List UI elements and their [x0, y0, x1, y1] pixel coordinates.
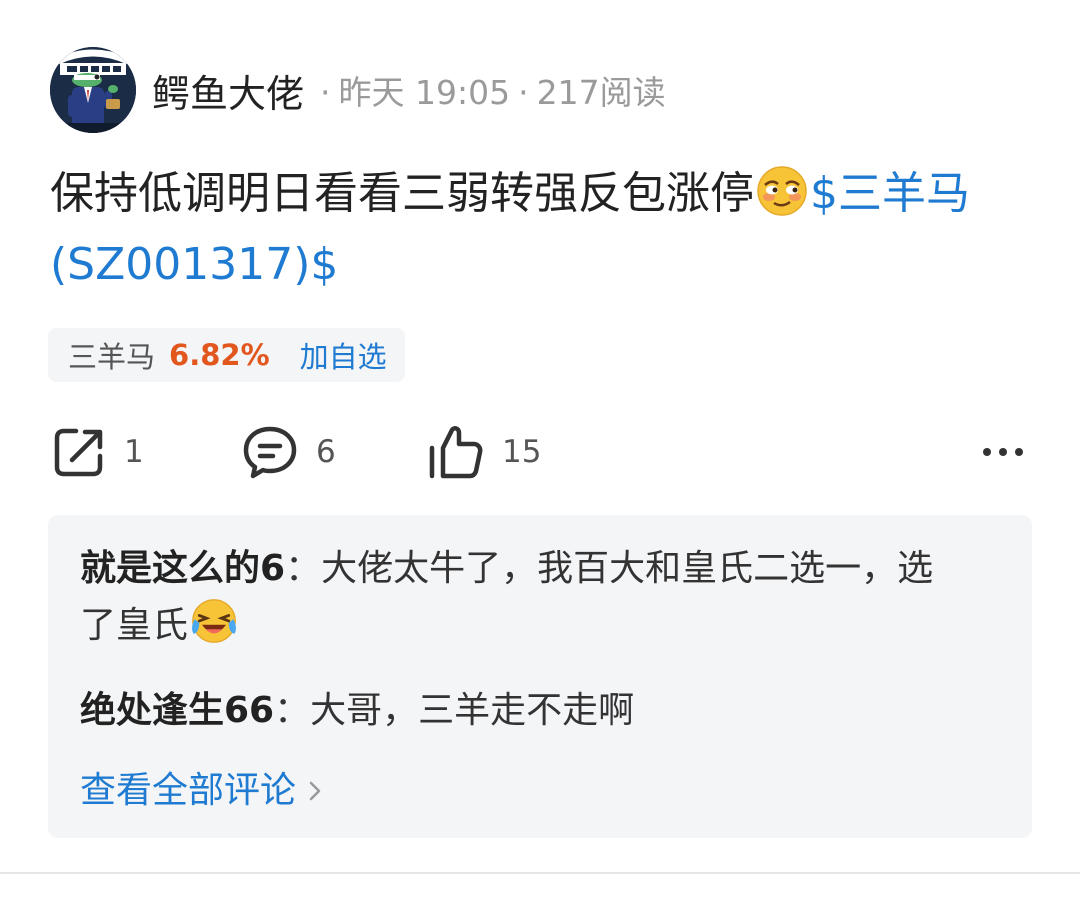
comment-separator: ： — [274, 690, 311, 731]
share-button[interactable]: 1 — [52, 422, 144, 482]
stock-chip-change: 6.82% — [169, 338, 270, 372]
comment-count: 6 — [316, 434, 336, 470]
like-count: 15 — [502, 434, 542, 470]
post-header: 鳄鱼大佬 · 昨天 19:05 · 217阅读 — [50, 47, 666, 133]
comment-text: 大哥，三羊走不走啊 — [310, 690, 635, 731]
share-count: 1 — [124, 434, 144, 470]
crocodile-lawyer-avatar-icon — [50, 47, 136, 133]
post-body: 保持低调明日看看三弱转强反包涨停 $三羊马(SZ001317)$ — [50, 158, 1020, 300]
meta-separator: · — [518, 73, 529, 112]
comment-user[interactable]: 绝处逢生66 — [80, 690, 274, 731]
comment-separator: ： — [285, 548, 322, 589]
comment-item[interactable]: 就是这么的6：大佬太牛了，我百大和皇氏二选一，选了皇氏 — [80, 540, 960, 654]
action-bar: 1 6 15 — [52, 422, 1027, 482]
stock-chip[interactable]: 三羊马 6.82% 加自选 — [48, 328, 405, 382]
share-icon — [54, 428, 103, 477]
comment-user[interactable]: 就是这么的6 — [80, 548, 285, 589]
divider — [0, 872, 1080, 874]
meta-separator: · — [320, 73, 331, 112]
more-button[interactable] — [979, 432, 1027, 472]
author-line: 鳄鱼大佬 · 昨天 19:05 · 217阅读 — [152, 63, 666, 118]
author-name[interactable]: 鳄鱼大佬 — [152, 63, 304, 118]
comment-item[interactable]: 绝处逢生66：大哥，三羊走不走啊 — [80, 682, 980, 739]
add-watchlist-button[interactable]: 加自选 — [300, 334, 387, 376]
post-meta: · 昨天 19:05 · 217阅读 — [312, 66, 666, 114]
post-time: 昨天 19:05 — [338, 73, 511, 112]
thumbs-up-icon — [429, 426, 483, 479]
read-count: 217阅读 — [536, 73, 666, 112]
comment-icon — [243, 426, 297, 479]
more-icon — [983, 448, 1023, 456]
post-text: 保持低调明日看看三弱转强反包涨停 — [50, 168, 754, 219]
comment-button[interactable]: 6 — [242, 422, 336, 482]
tears-of-joy-emoji-icon — [192, 599, 236, 643]
stock-chip-name: 三羊马 — [68, 340, 156, 374]
author-avatar[interactable] — [50, 47, 136, 133]
view-all-label: 查看全部评论 — [80, 770, 297, 811]
like-button[interactable]: 15 — [428, 422, 541, 482]
smirk-face-emoji-icon — [757, 166, 807, 216]
view-all-comments-link[interactable]: 查看全部评论 — [80, 762, 322, 819]
chevron-right-icon — [309, 781, 321, 800]
